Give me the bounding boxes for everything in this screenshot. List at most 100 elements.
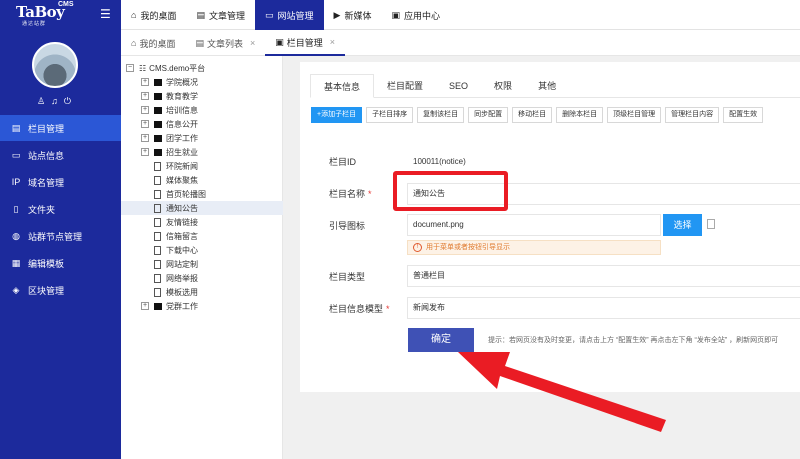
tab-column-config[interactable]: 栏目配置 <box>374 74 436 98</box>
tree-node[interactable]: 模板选用 <box>121 285 283 299</box>
tree-root[interactable]: − ☷ CMS.demo平台 <box>121 61 283 75</box>
expand-icon[interactable]: + <box>141 92 149 100</box>
sync-config-button[interactable]: 同步配置 <box>468 107 509 123</box>
sort-children-button[interactable]: 子栏目排序 <box>366 107 414 123</box>
column-tree: − ☷ CMS.demo平台 + 学院概况 + 教育教学 + 培训信息 + 信息公开 + 团学… <box>121 56 283 459</box>
list-icon: ▤ <box>195 37 204 48</box>
choose-file-button[interactable]: 选择 <box>663 214 702 236</box>
sidebar-item-cluster-nodes[interactable]: ◍ 站群节点管理 <box>0 223 121 249</box>
top-tab-apps[interactable]: ▣ 应用中心 <box>381 0 450 30</box>
bell-icon[interactable]: ♫ <box>51 96 64 106</box>
page-tab-article-list[interactable]: ▤ 文章列表 × <box>185 30 265 56</box>
info-model-select[interactable]: 新闻发布 <box>407 297 800 319</box>
guide-icon-input[interactable]: document.png <box>407 214 661 236</box>
sidebar-item-folder[interactable]: ▯ 文件夹 <box>0 196 121 222</box>
expand-icon[interactable]: + <box>141 302 149 310</box>
page-tab-desktop[interactable]: ⌂ 我的桌面 <box>121 30 185 56</box>
page-icon <box>154 245 161 255</box>
tree-node-label: 信箱留言 <box>166 231 198 241</box>
tree-icon: ☷ <box>139 63 147 73</box>
top-column-manage-button[interactable]: 顶级栏目管理 <box>607 107 662 123</box>
column-icon: ▤ <box>11 122 21 133</box>
page-tabs: ⌂ 我的桌面 ▤ 文章列表 × ▣ 栏目管理 × <box>121 30 800 56</box>
menu-toggle-icon[interactable]: ☰ <box>100 7 111 21</box>
expand-icon[interactable]: + <box>141 106 149 114</box>
avatar[interactable] <box>32 42 78 88</box>
expand-icon[interactable]: + <box>141 148 149 156</box>
tree-node-label: 模板选用 <box>166 287 198 297</box>
tab-other[interactable]: 其他 <box>525 74 569 98</box>
tree-node[interactable]: + 团学工作 <box>121 131 283 145</box>
top-tab-desktop[interactable]: ⌂ 我的桌面 <box>121 0 186 30</box>
column-id-label: 栏目ID <box>329 157 357 167</box>
tree-node[interactable]: + 党群工作 <box>121 299 283 313</box>
tree-node[interactable]: + 学院概况 <box>121 75 283 89</box>
column-editor: 基本信息 栏目配置 SEO 权限 其他 +添加子栏目 子栏目排序 复制该栏目 同… <box>300 62 800 392</box>
sidebar-item-label: 文件夹 <box>28 204 56 215</box>
close-icon[interactable]: × <box>250 38 255 48</box>
manage-content-button[interactable]: 管理栏目内容 <box>665 107 720 123</box>
close-icon[interactable]: × <box>330 37 335 47</box>
tree-node[interactable]: 信箱留言 <box>121 229 283 243</box>
tree-node[interactable]: 首页轮播图 <box>121 187 283 201</box>
page-tab-label: 我的桌面 <box>139 38 176 49</box>
required-mark: * <box>368 189 372 199</box>
tree-node[interactable]: 网络举报 <box>121 271 283 285</box>
expand-icon[interactable]: + <box>141 134 149 142</box>
apply-config-button[interactable]: 配置生效 <box>723 107 764 123</box>
copy-column-button[interactable]: 复制该栏目 <box>417 107 465 123</box>
top-tab-new-media[interactable]: ▶ 新媒体 <box>324 0 382 30</box>
tree-node[interactable]: 环院新闻 <box>121 159 283 173</box>
top-tab-articles[interactable]: ▤ 文章管理 <box>186 0 255 30</box>
tree-node-label: 招生就业 <box>166 147 198 157</box>
sidebar-item-label: 区块管理 <box>28 285 65 296</box>
confirm-button[interactable]: 确定 <box>408 328 474 352</box>
column-name-label-text: 栏目名称 <box>329 189 366 199</box>
page-tab-label: 栏目管理 <box>286 37 323 48</box>
sidebar-item-domain[interactable]: IP 域名管理 <box>0 169 121 195</box>
expand-icon[interactable]: + <box>141 78 149 86</box>
highlight-box <box>393 171 508 211</box>
page-icon <box>154 175 161 185</box>
tree-node[interactable]: + 教育教学 <box>121 89 283 103</box>
power-icon[interactable]: ⏻ <box>64 96 77 106</box>
tab-basic-info[interactable]: 基本信息 <box>310 74 375 98</box>
tree-node[interactable]: 网站定制 <box>121 257 283 271</box>
tree-node-selected[interactable]: 通知公告 <box>121 201 283 215</box>
video-icon: ▶ <box>333 9 341 20</box>
tree-node[interactable]: + 招生就业 <box>121 145 283 159</box>
tab-seo[interactable]: SEO <box>436 74 481 98</box>
page-tab-column-manage[interactable]: ▣ 栏目管理 × <box>265 30 346 56</box>
layers-icon: ◈ <box>12 284 20 295</box>
top-tab-label: 网站管理 <box>277 10 314 21</box>
sidebar-item-edit-template[interactable]: ▦ 编辑模板 <box>0 250 121 276</box>
sidebar-item-column-manage[interactable]: ▤ 栏目管理 <box>0 115 121 141</box>
tree-node[interactable]: 下载中心 <box>121 243 283 257</box>
top-tab-site-manage[interactable]: ▭ 网站管理 <box>254 0 324 30</box>
delete-column-button[interactable]: 删除本栏目 <box>556 107 604 123</box>
tree-node[interactable]: 媒体聚焦 <box>121 173 283 187</box>
page-icon <box>154 287 161 297</box>
file-icon: ▯ <box>13 203 19 214</box>
tree-node[interactable]: 友情链接 <box>121 215 283 229</box>
user-icon[interactable]: ♙ <box>37 96 51 106</box>
sidebar-item-site-info[interactable]: ▭ 站点信息 <box>0 142 121 168</box>
column-type-select[interactable]: 普通栏目 <box>407 265 800 287</box>
tree-node-label: 媒体聚焦 <box>166 175 198 185</box>
top-tab-label: 新媒体 <box>344 10 372 21</box>
user-actions: ♙♫⏻ <box>37 96 77 107</box>
collapse-icon[interactable]: − <box>126 64 134 72</box>
sidebar-item-blocks[interactable]: ◈ 区块管理 <box>0 277 121 303</box>
expand-icon[interactable]: + <box>141 120 149 128</box>
add-child-column-button[interactable]: +添加子栏目 <box>311 107 363 123</box>
tree-node[interactable]: + 信息公开 <box>121 117 283 131</box>
tree-node[interactable]: + 培训信息 <box>121 103 283 117</box>
folder-icon <box>154 120 162 128</box>
move-column-button[interactable]: 移动栏目 <box>512 107 553 123</box>
icon-hint-text: 用于菜单或者按钮引导显示 <box>426 244 510 251</box>
folder-icon <box>154 134 162 142</box>
tab-permissions[interactable]: 权限 <box>481 74 525 98</box>
column-name-label: 栏目名称 * <box>329 187 372 200</box>
required-mark: * <box>386 304 390 314</box>
globe-icon: ◍ <box>12 230 20 241</box>
